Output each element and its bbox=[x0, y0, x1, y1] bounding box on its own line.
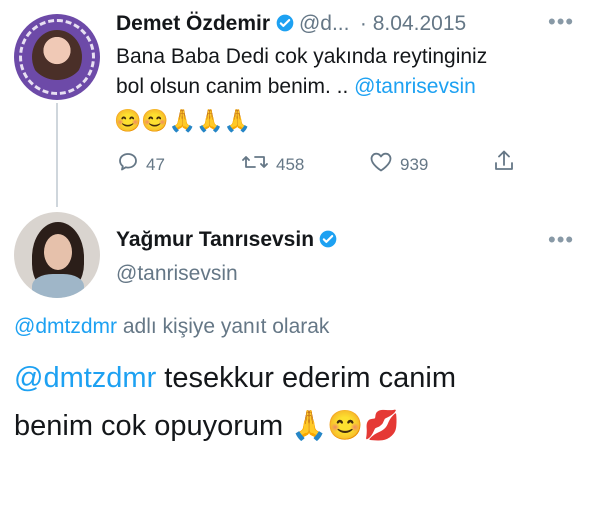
avatar-yagmur[interactable] bbox=[14, 212, 100, 298]
emoji: 🙏 bbox=[291, 410, 328, 442]
handle[interactable]: @tanrisevsin bbox=[116, 262, 238, 286]
display-name[interactable]: Yağmur Tanrısevsin bbox=[116, 228, 314, 251]
emoji: 😊 bbox=[141, 108, 169, 133]
tweet-text-line: @dmtzdmr tesekkur ederim canim bbox=[14, 358, 594, 398]
reply-icon bbox=[116, 150, 140, 179]
like-button[interactable]: 939 bbox=[368, 150, 428, 179]
retweet-button[interactable]: 458 bbox=[240, 150, 304, 179]
tweet-text-plain: benim cok opuyorum bbox=[14, 410, 292, 442]
tweet1-header: Demet Özdemir @d... · 8.04.2015 bbox=[116, 12, 466, 38]
emoji: 💋 bbox=[363, 410, 400, 442]
avatar-demet[interactable] bbox=[14, 14, 100, 100]
tweet2-text: @dmtzdmr tesekkur ederim canim benim cok… bbox=[14, 358, 594, 446]
handle[interactable]: @d... bbox=[299, 12, 350, 35]
emoji: 🙏 bbox=[196, 108, 224, 133]
tweet-text-line: bol olsun canim benim. .. @tanrisevsin bbox=[116, 72, 586, 102]
mention-link[interactable]: @tanrisevsin bbox=[354, 75, 476, 98]
retweet-count: 458 bbox=[276, 154, 305, 174]
reply-button[interactable]: 47 bbox=[116, 150, 165, 179]
tweet2-header: Yağmur Tanrısevsin bbox=[116, 228, 338, 254]
share-icon bbox=[492, 148, 516, 179]
avatar-photo-shirt bbox=[32, 274, 84, 298]
emoji: 😊 bbox=[327, 410, 364, 442]
reply-context: @dmtzdmr adlı kişiye yanıt olarak bbox=[14, 315, 329, 339]
tweet-text-line: benim cok opuyorum 🙏😊💋 bbox=[14, 406, 594, 446]
mention-link[interactable]: @dmtzdmr bbox=[14, 362, 156, 394]
thread-line bbox=[56, 103, 58, 207]
tweet-date[interactable]: · 8.04.2015 bbox=[360, 12, 466, 35]
retweet-icon bbox=[240, 150, 270, 179]
like-count: 939 bbox=[400, 154, 429, 174]
emoji: 🙏 bbox=[168, 108, 197, 133]
share-button[interactable] bbox=[492, 148, 516, 179]
emoji: 🙏 bbox=[223, 108, 252, 133]
like-icon bbox=[368, 150, 394, 179]
tweet-text-line: Bana Baba Dedi cok yakında reytinginiz bbox=[116, 45, 488, 68]
more-icon[interactable]: ••• bbox=[548, 9, 574, 35]
avatar-photo bbox=[32, 30, 82, 84]
verified-badge-icon bbox=[318, 229, 338, 254]
display-name[interactable]: Demet Özdemir bbox=[116, 12, 270, 35]
reply-context-mention[interactable]: @dmtzdmr bbox=[14, 315, 117, 338]
more-icon[interactable]: ••• bbox=[548, 227, 574, 253]
tweet-text-plain: bol olsun canim benim. .. bbox=[116, 75, 355, 98]
tweet1-emojis: 😊😊🙏🙏🙏 bbox=[114, 108, 251, 134]
tweet1-text: Bana Baba Dedi cok yakında reytinginiz b… bbox=[116, 42, 586, 102]
reply-context-text: adlı kişiye yanıt olarak bbox=[117, 315, 330, 338]
tweet-text-plain: tesekkur ederim canim bbox=[156, 362, 457, 394]
reply-count: 47 bbox=[146, 154, 165, 174]
avatar-photo-face bbox=[44, 234, 72, 270]
emoji: 😊 bbox=[114, 108, 142, 133]
verified-badge-icon bbox=[275, 13, 295, 38]
